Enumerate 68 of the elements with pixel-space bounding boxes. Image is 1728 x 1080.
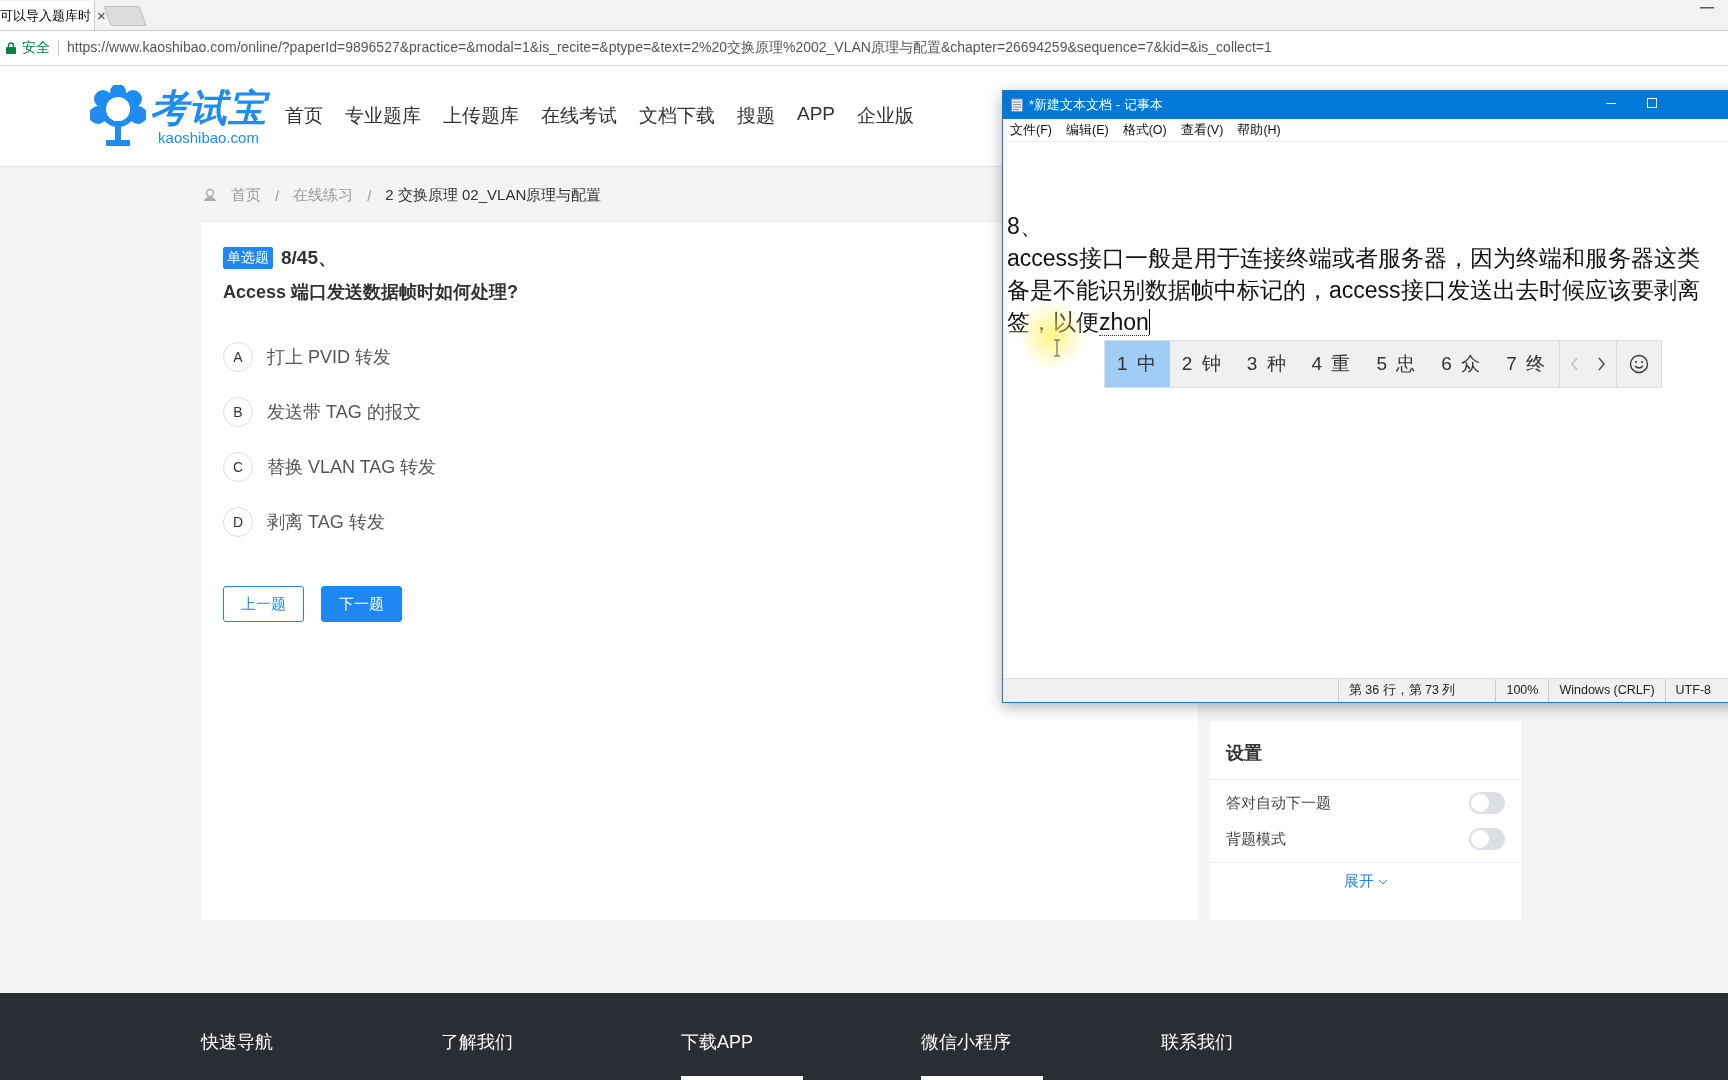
- flower-logo-icon[interactable]: [90, 85, 146, 147]
- next-page-icon[interactable]: [1597, 357, 1606, 371]
- text-line: access接口一般是用于连接终端或者服务器，因为终端和服务器这类: [1007, 245, 1700, 271]
- question-number: 8/45、: [281, 246, 337, 270]
- nav-link[interactable]: 企业版: [857, 103, 915, 129]
- notepad-icon: [1011, 98, 1023, 112]
- nav-link[interactable]: 搜题: [737, 103, 775, 129]
- previous-button[interactable]: 上一题: [223, 586, 304, 622]
- text-line: 签，以便: [1007, 309, 1099, 335]
- option-text[interactable]: 替换 VLAN TAG 转发: [267, 455, 437, 479]
- nav-link[interactable]: APP: [797, 103, 836, 129]
- ime-candidate[interactable]: 2 钟: [1169, 341, 1235, 387]
- toggle-switch[interactable]: [1469, 828, 1505, 850]
- toggle-switch[interactable]: [1469, 792, 1505, 814]
- ime-candidate[interactable]: 1 中: [1105, 341, 1170, 387]
- menu-item[interactable]: 查看(V): [1180, 121, 1224, 139]
- window-title: *新建文本文档 - 记事本: [1029, 96, 1163, 114]
- breadcrumb-current: 2 交换原理 02_VLAN原理与配置: [385, 185, 602, 205]
- breadcrumb-separator: /: [275, 186, 280, 204]
- security-label: 安全: [22, 39, 50, 57]
- nav-link[interactable]: 专业题库: [345, 103, 421, 129]
- nav-link[interactable]: 上传题库: [443, 103, 519, 129]
- footer-heading: 微信小程序: [921, 1031, 1012, 1054]
- ime-candidate[interactable]: 5 忠: [1364, 341, 1430, 387]
- minimize-icon[interactable]: [1700, 6, 1714, 10]
- status-text: UTF-8: [1664, 679, 1721, 702]
- footer-heading: 快速导航: [201, 1031, 274, 1054]
- question-type-tag: 单选题: [223, 247, 273, 269]
- footer-heading: 下载APP: [681, 1031, 755, 1054]
- option-text[interactable]: 打上 PVID 转发: [267, 345, 391, 369]
- text-line: 8、: [1007, 213, 1043, 239]
- menu-item[interactable]: 文件(F): [1010, 121, 1052, 139]
- text-line: 备是不能识别数据帧中标记的，access接口发送出去时候应该要剥离: [1007, 277, 1700, 303]
- expand-link[interactable]: 展开: [1343, 872, 1388, 891]
- ime-candidate[interactable]: 4 重: [1299, 341, 1365, 387]
- user-icon: [203, 188, 217, 202]
- footer-heading: 联系我们: [1161, 1031, 1234, 1054]
- setting-label: 背题模式: [1226, 829, 1286, 849]
- chevron-down-icon: [1377, 878, 1388, 885]
- status-text: 100%: [1495, 679, 1549, 702]
- menu-item[interactable]: 帮助(H): [1237, 121, 1281, 139]
- status-text: 第 36 行，第 73 列: [1337, 679, 1496, 702]
- text-cursor-icon: [1053, 339, 1061, 357]
- text-caret: [1148, 309, 1151, 335]
- question-text: Access 端口发送数据帧时如何处理?: [223, 281, 519, 304]
- option-text[interactable]: 剥离 TAG 转发: [267, 510, 385, 534]
- menu-item[interactable]: 编辑(E): [1065, 121, 1109, 139]
- settings-title: 设置: [1210, 721, 1521, 780]
- close-icon[interactable]: ×: [97, 7, 106, 24]
- ime-candidate[interactable]: 7 终: [1494, 341, 1559, 387]
- nav-link[interactable]: 文档下载: [639, 103, 715, 129]
- next-button[interactable]: 下一题: [321, 586, 402, 622]
- url-text[interactable]: https://www.kaoshibao.com/online/?paperId=9896527&practice=&modal=1&is_recite=&ptype=&text=2%20交换原理%2002_VLAN原理与配置&chapter=26694259&sequence=7&kid=&is_collect=1: [67, 39, 1272, 57]
- composition-text: zhon: [1099, 309, 1149, 336]
- lock-icon: [6, 42, 16, 54]
- footer-heading: 了解我们: [441, 1031, 514, 1054]
- breadcrumb-separator: /: [367, 186, 372, 204]
- status-text: Windows (CRLF): [1548, 679, 1665, 702]
- nav-link[interactable]: 在线考试: [541, 103, 617, 129]
- ime-candidate[interactable]: 3 种: [1234, 341, 1300, 387]
- option-text[interactable]: 发送带 TAG 的报文: [267, 400, 421, 424]
- menu-item[interactable]: 格式(O): [1122, 121, 1167, 139]
- emoji-icon[interactable]: [1629, 354, 1649, 374]
- logo-domain[interactable]: kaoshibao.com: [158, 128, 259, 146]
- maximize-icon[interactable]: [1647, 98, 1657, 108]
- nav-link[interactable]: 首页: [285, 103, 323, 129]
- ime-candidate[interactable]: 6 众: [1429, 341, 1495, 387]
- setting-label: 答对自动下一题: [1226, 793, 1331, 813]
